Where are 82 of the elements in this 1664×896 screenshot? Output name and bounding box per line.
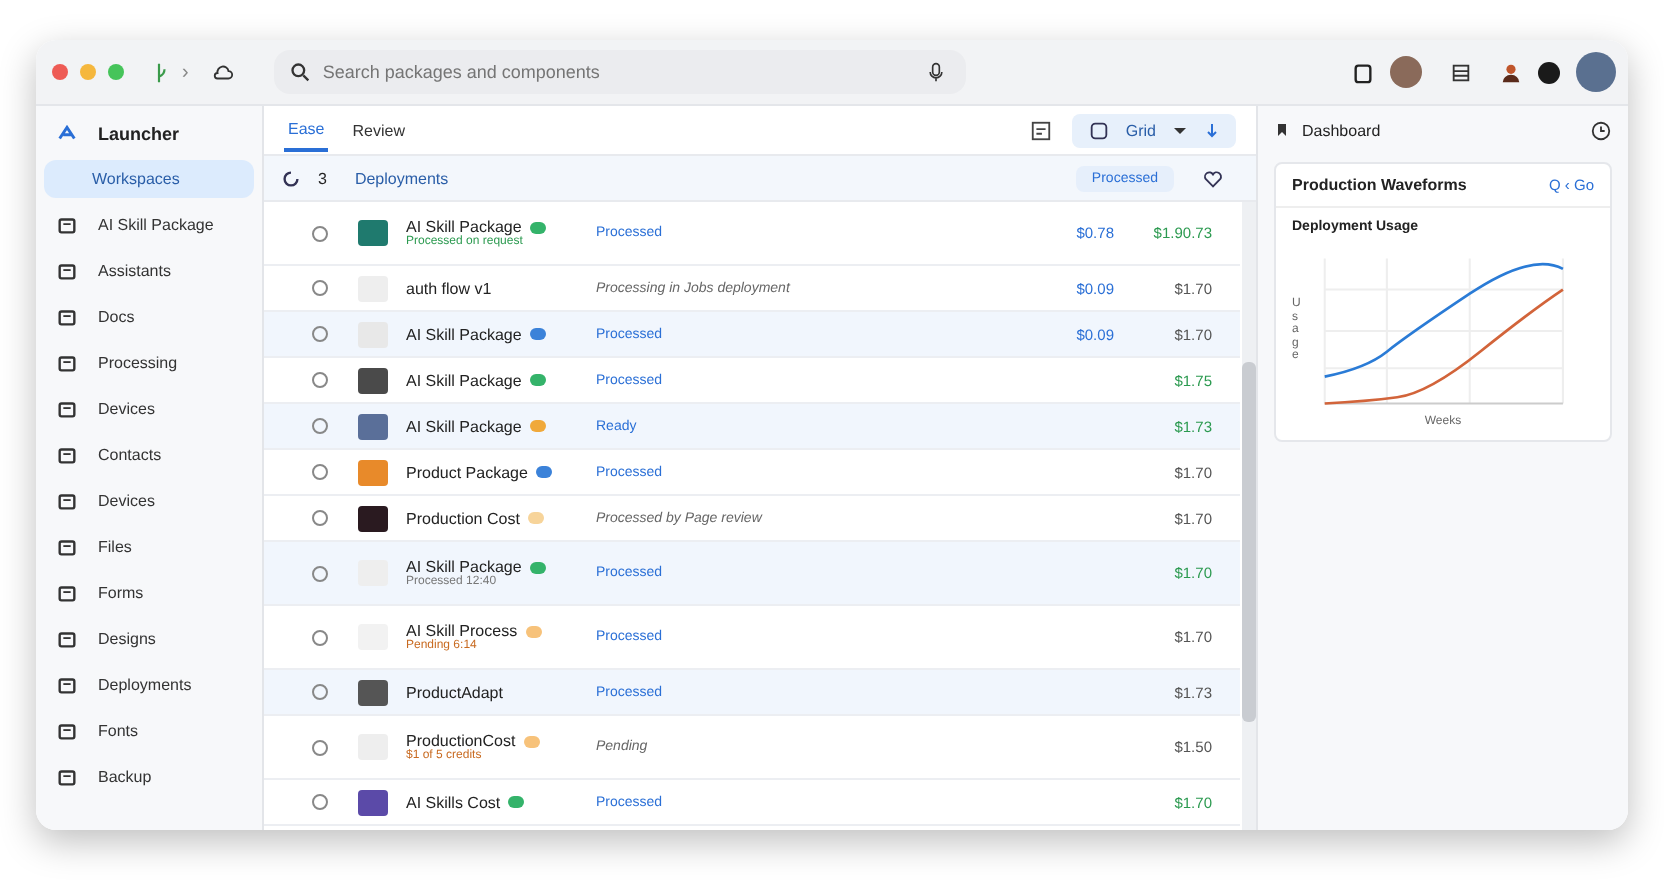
sort-icon (1204, 122, 1220, 138)
list-title: Deployments (354, 169, 449, 187)
row-title: Production Cost (406, 509, 520, 527)
tab[interactable]: Ease (284, 109, 329, 151)
list-icon[interactable] (1450, 61, 1472, 83)
folder-icon (56, 536, 78, 558)
scrollbar[interactable] (1242, 202, 1256, 830)
row-title: AI Skill Package (406, 417, 522, 435)
sidebar-item[interactable]: Forms (98, 584, 144, 602)
sidebar-item[interactable]: Files (98, 538, 132, 556)
radio-button[interactable] (312, 372, 328, 388)
card-title: Production Waveforms (1292, 176, 1467, 194)
sidebar-item[interactable]: Devices (98, 400, 155, 418)
avatar[interactable] (1390, 56, 1422, 88)
folder-icon (56, 674, 78, 696)
close-dot-icon[interactable] (52, 64, 68, 80)
item-count: 3 (318, 169, 327, 187)
folder-icon (56, 214, 78, 236)
minimize-dot-icon[interactable] (80, 64, 96, 80)
breadcrumb-separator: › (182, 61, 189, 83)
radio-button[interactable] (312, 794, 328, 810)
view-switcher[interactable]: Grid (1071, 113, 1236, 147)
maximize-dot-icon[interactable] (108, 64, 124, 80)
folder-icon (56, 444, 78, 466)
row-title: AI Skill Package (406, 325, 522, 343)
folder-icon (56, 720, 78, 742)
sidebar-item[interactable]: Processing (98, 354, 178, 372)
refresh-icon[interactable] (280, 167, 302, 189)
panel-title: Dashboard (1302, 121, 1381, 139)
logo-icon (56, 122, 78, 144)
folder-icon (56, 398, 78, 420)
folder-icon (56, 766, 78, 788)
sidebar-item[interactable]: AI Skill Package (98, 216, 214, 234)
folder-icon (56, 628, 78, 650)
row-title: AI Skill Package (406, 558, 522, 576)
row-title: ProductAdapt (406, 683, 503, 701)
radio-button[interactable] (312, 326, 328, 342)
row-title: auth flow v1 (406, 279, 492, 297)
app-title: Launcher (98, 123, 180, 143)
radio-button[interactable] (312, 565, 328, 581)
filter-icon[interactable] (1029, 119, 1052, 141)
radio-button[interactable] (312, 684, 328, 700)
tab[interactable]: Review (348, 111, 409, 149)
folder-icon (56, 352, 78, 374)
search-field[interactable]: Search packages and components (274, 50, 967, 94)
sidebar-item[interactable]: Workspaces (44, 160, 254, 198)
radio-button[interactable] (312, 280, 328, 296)
grid-icon (1087, 119, 1110, 141)
row-title: AI Skill Package (406, 218, 522, 236)
row-title: AI Skills Cost (406, 793, 501, 811)
radio-button[interactable] (312, 225, 328, 241)
clock-icon[interactable] (1590, 119, 1612, 141)
sidebar-item[interactable]: Designs (98, 630, 156, 648)
user-icon[interactable] (1500, 61, 1522, 83)
row-title: AI Skill Package (406, 371, 522, 389)
radio-button[interactable] (312, 739, 328, 755)
sidebar-item[interactable]: Docs (98, 308, 135, 326)
microphone-icon[interactable] (926, 62, 947, 82)
sidebar-item[interactable]: Contacts (98, 446, 162, 464)
folder-icon (56, 490, 78, 512)
folder-icon (56, 306, 78, 328)
heart-icon[interactable] (1202, 167, 1224, 189)
caret-icon (1172, 122, 1188, 138)
sidebar-item[interactable]: Devices (98, 492, 155, 510)
sidebar-item[interactable]: Assistants (98, 262, 171, 280)
folder-icon (56, 582, 78, 604)
row-title: AI Skill Process (406, 622, 518, 640)
sidebar-item[interactable]: Deployments (98, 676, 192, 694)
radio-button[interactable] (312, 418, 328, 434)
avatar[interactable] (1576, 52, 1616, 92)
folder-icon (56, 260, 78, 282)
radio-button[interactable] (312, 510, 328, 526)
bookmark-icon (1274, 122, 1290, 138)
cloud-icon[interactable] (212, 61, 235, 83)
radio-button[interactable] (312, 464, 328, 480)
sidebar-item[interactable]: Backup (98, 768, 152, 786)
sidebar-item[interactable]: Fonts (98, 722, 139, 740)
radio-button[interactable] (312, 629, 328, 645)
status-icon[interactable] (1538, 61, 1560, 83)
row-title: Product Package (406, 463, 528, 481)
row-title: ProductionCost (406, 732, 516, 750)
search-icon (290, 62, 311, 82)
